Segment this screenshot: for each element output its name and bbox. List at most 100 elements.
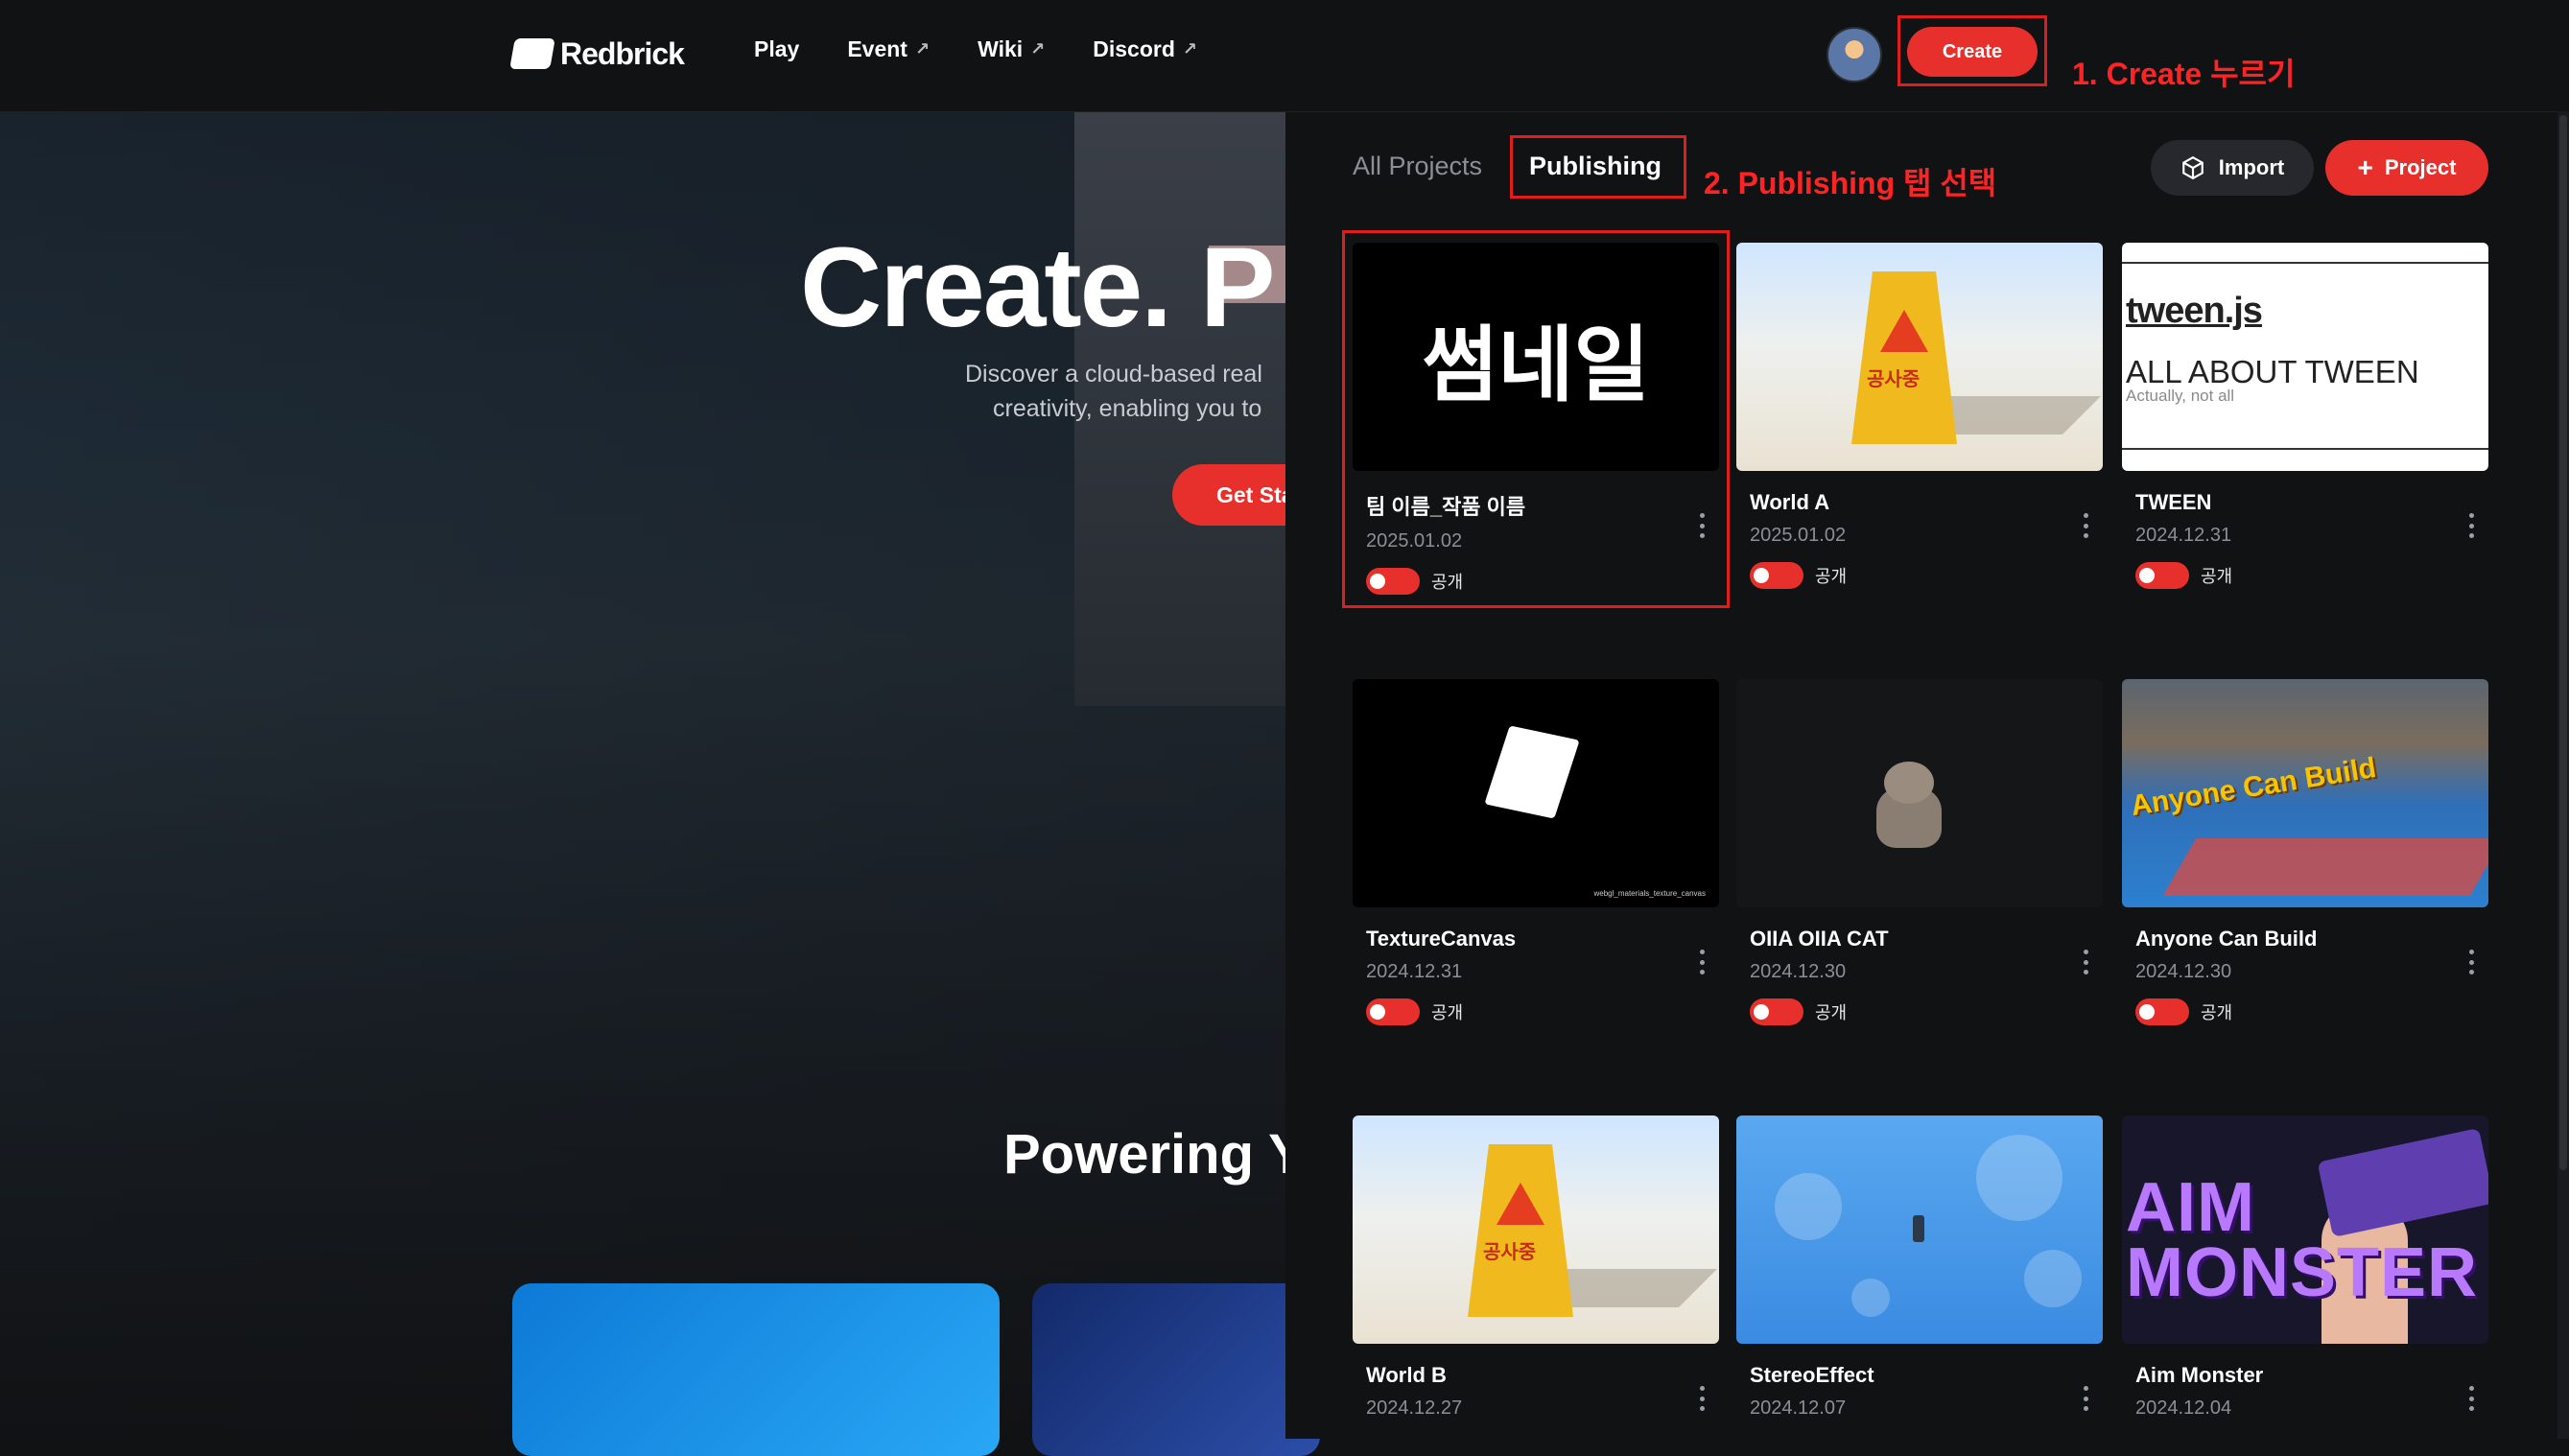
thumbnail-heading: ALL ABOUT TWEEN (2126, 354, 2419, 389)
project-thumbnail[interactable]: 공사중 (1353, 1115, 1719, 1344)
more-options-icon[interactable] (2084, 950, 2089, 975)
annotation-step-2: 2. Publishing 탭 선택 (1704, 166, 1997, 200)
unity-icon (2181, 155, 2204, 180)
nav-link-play[interactable]: Play (754, 36, 799, 62)
thumbnail-text: Anyone Can Build (2128, 752, 2379, 823)
nav-link-label: Wiki (978, 36, 1024, 61)
project-date: 2024.12.30 (1750, 961, 1847, 982)
new-project-button[interactable]: + Project (2325, 140, 2488, 196)
external-link-icon: ↗ (914, 39, 931, 59)
hero-subtitle-line1: Discover a cloud-based real (965, 361, 1262, 387)
feature-card[interactable] (1032, 1283, 1320, 1456)
project-thumbnail[interactable]: AIM MONSTER (2122, 1115, 2488, 1344)
cat-head (1884, 762, 1934, 804)
import-button[interactable]: Import (2151, 140, 2314, 196)
redbrick-logo[interactable]: Redbrick (509, 33, 685, 75)
public-toggle-row: 공개 (1750, 998, 2103, 1025)
thumbnail-text: AIM MONSTER (2126, 1169, 2478, 1311)
public-toggle[interactable] (1750, 562, 1803, 589)
brand-name: Redbrick (560, 35, 685, 71)
public-toggle-label: 공개 (2201, 1003, 2233, 1022)
public-toggle[interactable] (2135, 562, 2189, 589)
thumbnail-logo: tween.js (2126, 291, 2263, 331)
annotation-step-1: 1. Create 누르기 (2072, 57, 2296, 91)
annotation-highlight-publishing (1510, 135, 1686, 199)
more-options-icon[interactable] (2469, 513, 2475, 538)
panel-scrollbar-thumb[interactable] (2559, 115, 2567, 1170)
project-title: StereoEffect (1750, 1363, 1874, 1387)
construction-sign-icon (1468, 1144, 1573, 1317)
thumbnail-text: 공사중 (1483, 1242, 1537, 1263)
import-label: Import (2218, 155, 2285, 179)
project-date: 2024.12.07 (1750, 1397, 1847, 1419)
public-toggle[interactable] (2135, 998, 2189, 1025)
annotation-highlight-card (1342, 230, 1730, 608)
thumbnail-text-line1: AIM (2126, 1169, 2255, 1246)
nav-link-event[interactable]: Event ↗ (847, 36, 930, 62)
bubble-shape (1775, 1173, 1842, 1240)
bubble-shape (2024, 1250, 2082, 1307)
bubble-shape (1851, 1279, 1890, 1317)
thumbnail-floor (2162, 838, 2488, 896)
project-title: TWEEN (2135, 490, 2212, 514)
project-card[interactable]: 공사중 World A 2025.01.02 공개 (1736, 243, 2103, 589)
nav-link-discord[interactable]: Discord ↗ (1093, 36, 1197, 62)
project-card[interactable]: AIM MONSTER Aim Monster 2024.12.04 (2122, 1115, 2488, 1420)
more-options-icon[interactable] (2084, 513, 2089, 538)
user-avatar[interactable] (1827, 27, 1882, 82)
more-options-icon[interactable] (2469, 950, 2475, 975)
project-card[interactable]: 공사중 World B 2024.12.27 (1353, 1115, 1719, 1420)
thumbnail-divider (2122, 448, 2488, 450)
thumbnail-text: 공사중 (1867, 369, 1921, 390)
project-date: 2024.12.31 (1366, 961, 1463, 982)
project-thumbnail[interactable]: 공사중 (1736, 243, 2103, 471)
project-date: 2025.01.02 (1750, 525, 1847, 546)
project-title: Aim Monster (2135, 1363, 2264, 1387)
project-card[interactable]: Anyone Can Build Anyone Can Build 2024.1… (2122, 679, 2488, 1025)
project-thumbnail[interactable]: tween.js ALL ABOUT TWEEN Actually, not a… (2122, 243, 2488, 471)
feature-card[interactable] (512, 1283, 1000, 1456)
tab-all-projects[interactable]: All Projects (1353, 152, 1482, 181)
plus-icon: + (2357, 153, 2373, 182)
nav-link-label: Discord (1093, 36, 1175, 61)
nav-link-label: Play (754, 36, 800, 61)
project-thumbnail[interactable] (1736, 1115, 2103, 1344)
nav-links: Play Event ↗ Wiki ↗ Discord ↗ (754, 36, 1197, 62)
project-title: World B (1366, 1363, 1447, 1387)
more-options-icon[interactable] (1700, 1386, 1706, 1411)
project-card[interactable]: StereoEffect 2024.12.07 (1736, 1115, 2103, 1420)
construction-sign-icon (1851, 271, 1957, 444)
more-options-icon[interactable] (2469, 1386, 2475, 1411)
project-card[interactable]: webgl_materials_texture_canvas TextureCa… (1353, 679, 1719, 1025)
public-toggle-row: 공개 (2135, 998, 2488, 1025)
thumbnail-text-line2: MONSTER (2126, 1234, 2478, 1311)
project-thumbnail[interactable]: Anyone Can Build (2122, 679, 2488, 907)
project-date: 2024.12.30 (2135, 961, 2232, 982)
public-toggle[interactable] (1750, 998, 1803, 1025)
nav-link-label: Event (847, 36, 907, 61)
public-toggle[interactable] (1366, 998, 1420, 1025)
project-card[interactable]: OIIA OIIA CAT 2024.12.30 공개 (1736, 679, 2103, 1025)
project-date: 2024.12.04 (2135, 1397, 2232, 1419)
nav-link-wiki[interactable]: Wiki ↗ (978, 36, 1045, 62)
more-options-icon[interactable] (1700, 950, 1706, 975)
project-card[interactable]: tween.js ALL ABOUT TWEEN Actually, not a… (2122, 243, 2488, 589)
public-toggle-label: 공개 (2201, 567, 2233, 586)
public-toggle-row: 공개 (1366, 998, 1719, 1025)
cat-figure (1871, 762, 1947, 857)
create-button[interactable]: Create (1907, 27, 2038, 77)
project-date: 2024.12.27 (1366, 1397, 1463, 1419)
thumbnail-divider (2122, 262, 2488, 264)
thumbnail-subtext: Actually, not all (2126, 387, 2235, 405)
more-options-icon[interactable] (2084, 1386, 2089, 1411)
redbrick-logo-icon (509, 38, 555, 69)
project-thumbnail[interactable] (1736, 679, 2103, 907)
section-heading: Powering Y (1003, 1123, 1306, 1186)
public-toggle-label: 공개 (1815, 1003, 1848, 1022)
project-title: Anyone Can Build (2135, 927, 2318, 951)
external-link-icon: ↗ (1182, 39, 1197, 59)
character-figure (1913, 1215, 1924, 1242)
project-title: TextureCanvas (1366, 927, 1517, 951)
white-cube-shape (1484, 725, 1580, 819)
project-thumbnail[interactable]: webgl_materials_texture_canvas (1353, 679, 1719, 907)
